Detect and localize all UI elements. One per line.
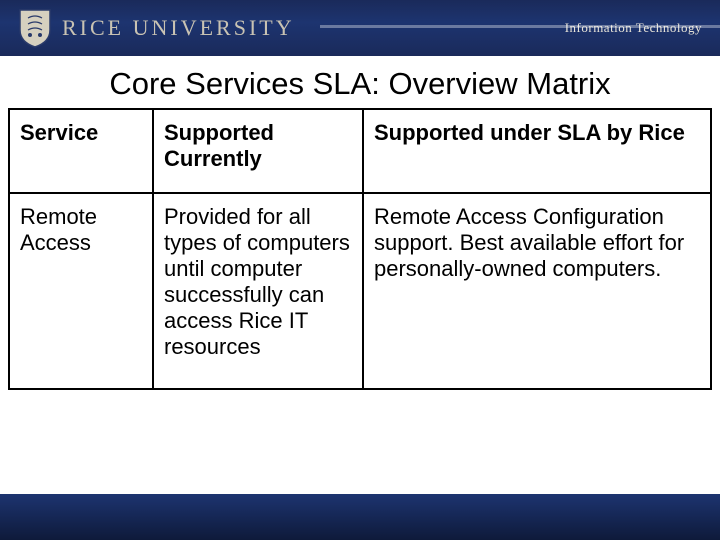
table-header-row: Service Supported Currently Supported un… <box>9 109 711 193</box>
header-bar: RICE UNIVERSITY Information Technology <box>0 0 720 56</box>
table-row: Remote Access Provided for all types of … <box>9 193 711 389</box>
cell-supported-currently: Provided for all types of computers unti… <box>153 193 363 389</box>
footer-bar <box>0 494 720 540</box>
col-header-supported-currently: Supported Currently <box>153 109 363 193</box>
sla-matrix-table: Service Supported Currently Supported un… <box>8 108 712 390</box>
department-label: Information Technology <box>565 20 702 36</box>
brand-text: RICE UNIVERSITY <box>62 15 295 41</box>
col-header-service: Service <box>9 109 153 193</box>
cell-supported-sla: Remote Access Configuration support. Bes… <box>363 193 711 389</box>
header-highlight <box>320 25 720 28</box>
shield-icon <box>18 8 52 48</box>
cell-service: Remote Access <box>9 193 153 389</box>
col-header-supported-sla: Supported under SLA by Rice <box>363 109 711 193</box>
page-title: Core Services SLA: Overview Matrix <box>0 66 720 102</box>
brand: RICE UNIVERSITY <box>18 8 295 48</box>
